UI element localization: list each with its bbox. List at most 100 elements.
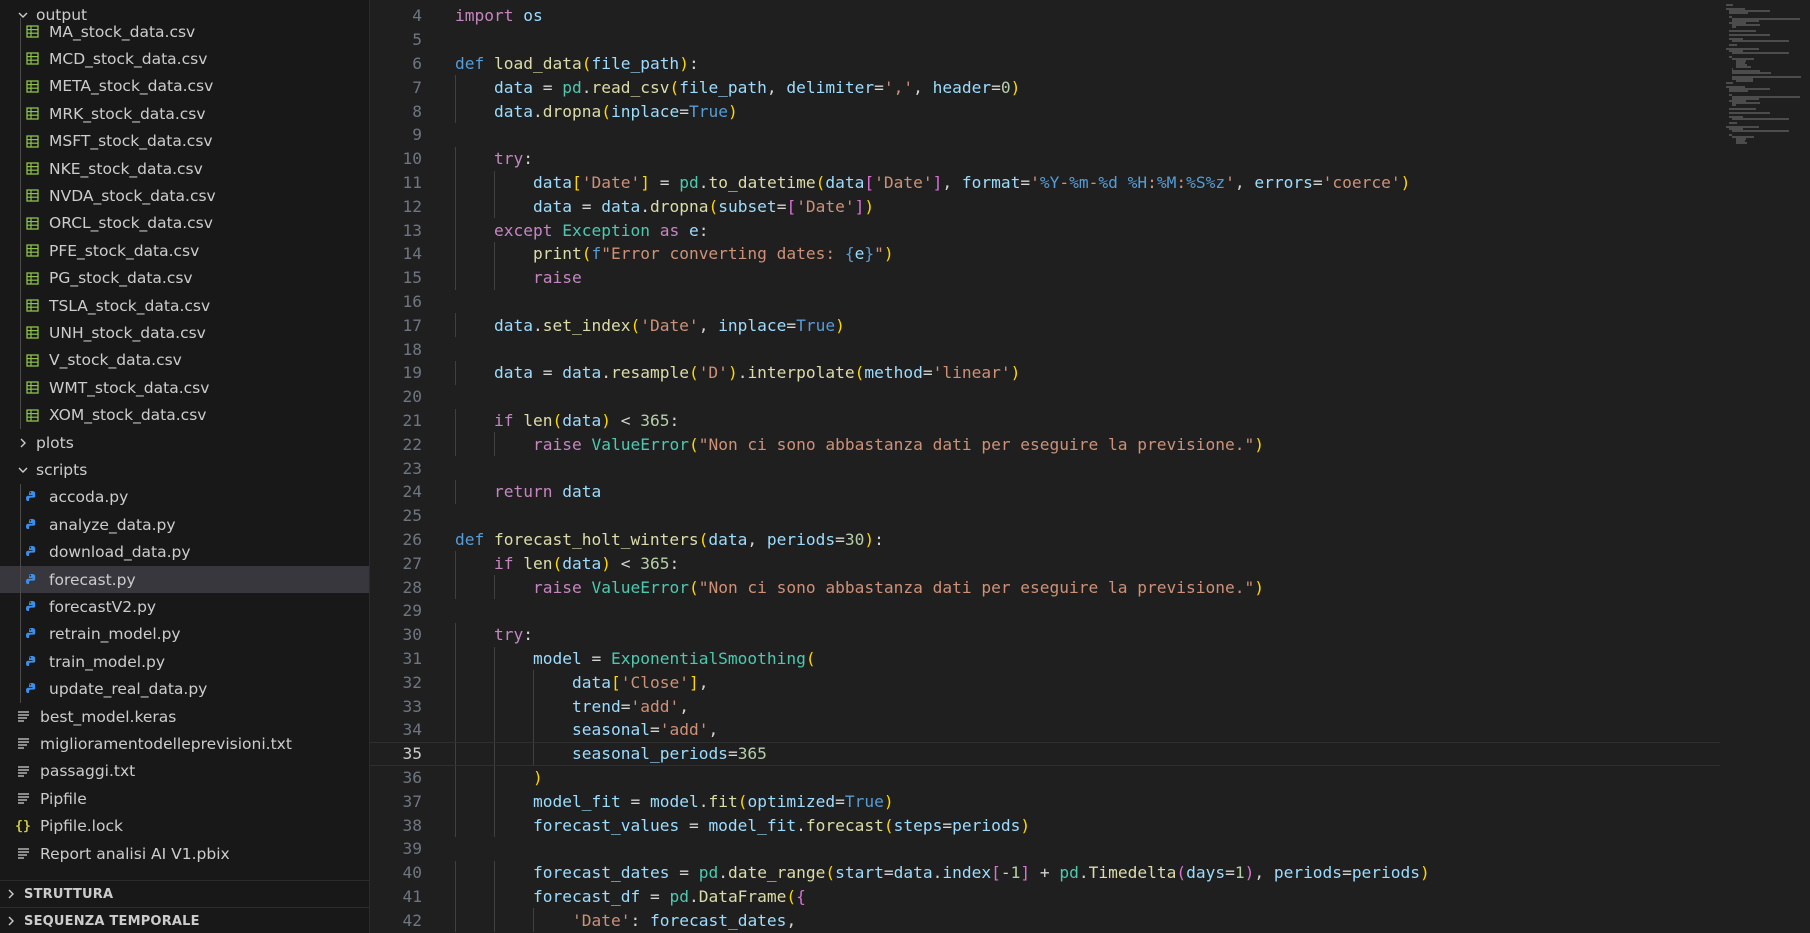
- code-line[interactable]: 9: [370, 123, 1720, 147]
- line-number: 41: [402, 886, 423, 906]
- tree-item-label: analyze_data.py: [49, 515, 176, 534]
- file-root-item[interactable]: {} Pipfile.lock: [0, 813, 369, 840]
- code-line[interactable]: 28 raise ValueError("Non ci sono abbasta…: [370, 575, 1720, 599]
- code-line[interactable]: 8 data.dropna(inplace=True): [370, 99, 1720, 123]
- line-number: 19: [402, 363, 423, 383]
- code-line[interactable]: 16: [370, 290, 1720, 314]
- file-py-item[interactable]: analyze_data.py: [0, 511, 369, 538]
- minimap[interactable]: [1722, 0, 1810, 933]
- code-line[interactable]: 31 model = ExponentialSmoothing(: [370, 646, 1720, 671]
- file-csv-item[interactable]: TSLA_stock_data.csv: [0, 292, 369, 319]
- folder-scripts[interactable]: scripts: [0, 456, 369, 483]
- file-csv-item[interactable]: META_stock_data.csv: [0, 73, 369, 100]
- file-py-item[interactable]: forecastV2.py: [0, 593, 369, 620]
- code-line[interactable]: 27 if len(data) < 365:: [370, 551, 1720, 576]
- file-root-item[interactable]: passaggi.txt: [0, 758, 369, 785]
- code-line[interactable]: 5: [370, 28, 1720, 52]
- code-line[interactable]: 41 forecast_df = pd.DataFrame({: [370, 884, 1720, 909]
- code-line[interactable]: 22 raise ValueError("Non ci sono abbasta…: [370, 432, 1720, 457]
- code-line[interactable]: 40 forecast_dates = pd.date_range(start=…: [370, 860, 1720, 885]
- file-csv-item[interactable]: V_stock_data.csv: [0, 347, 369, 374]
- tree-item-label: Pipfile.lock: [40, 817, 123, 836]
- code-line[interactable]: 35 seasonal_periods=365: [370, 741, 1720, 766]
- file-csv-item[interactable]: XOM_stock_data.csv: [0, 402, 369, 429]
- file-csv-item[interactable]: ORCL_stock_data.csv: [0, 210, 369, 237]
- tree-item-label: update_real_data.py: [49, 680, 208, 699]
- file-root-item[interactable]: best_model.keras: [0, 703, 369, 730]
- code-text: data['Close'],: [572, 672, 709, 692]
- table-icon: [25, 353, 39, 367]
- code-line[interactable]: 20: [370, 385, 1720, 409]
- file-csv-item[interactable]: NKE_stock_data.csv: [0, 155, 369, 182]
- code-line[interactable]: 37 model_fit = model.fit(optimized=True): [370, 789, 1720, 814]
- file-py-item[interactable]: retrain_model.py: [0, 621, 369, 648]
- code-line[interactable]: 24 return data: [370, 480, 1720, 504]
- code-line[interactable]: 32 data['Close'],: [370, 670, 1720, 695]
- code-line[interactable]: 29: [370, 599, 1720, 623]
- line-number: 12: [402, 196, 423, 216]
- line-number: 20: [402, 387, 423, 407]
- line-number: 32: [402, 672, 423, 692]
- code-line[interactable]: 42 'Date': forecast_dates,: [370, 908, 1720, 933]
- minimap-line: [1729, 12, 1748, 14]
- file-csv-item[interactable]: PFE_stock_data.csv: [0, 237, 369, 264]
- code-line[interactable]: 18: [370, 337, 1720, 361]
- code-line[interactable]: 15 raise: [370, 265, 1720, 290]
- file-csv-item[interactable]: PG_stock_data.csv: [0, 265, 369, 292]
- code-text: model = ExponentialSmoothing(: [533, 648, 816, 668]
- tree-item-label: TSLA_stock_data.csv: [49, 296, 211, 315]
- code-line[interactable]: 39: [370, 837, 1720, 861]
- code-line[interactable]: 12 data = data.dropna(subset=['Date']): [370, 194, 1720, 219]
- indent-guide: [20, 18, 21, 429]
- line-number: 29: [402, 601, 423, 621]
- code-line[interactable]: 26 def forecast_holt_winters(data, period…: [370, 528, 1720, 552]
- table-icon: [25, 408, 39, 422]
- file-py-item[interactable]: update_real_data.py: [0, 676, 369, 703]
- code-line[interactable]: 4 import os: [370, 4, 1720, 28]
- code-text: try:: [494, 625, 533, 645]
- file-csv-item[interactable]: WMT_stock_data.csv: [0, 374, 369, 401]
- minimap-line: [1732, 26, 1737, 28]
- code-editor[interactable]: 4 import os 5 6 def load_data(file_path): 7 d…: [370, 0, 1810, 933]
- code-text: import os: [455, 6, 543, 26]
- code-line[interactable]: 10 try:: [370, 146, 1720, 171]
- file-csv-item[interactable]: NVDA_stock_data.csv: [0, 182, 369, 209]
- code-line[interactable]: 11 data['Date'] = pd.to_datetime(data['D…: [370, 170, 1720, 195]
- tree-item-label: Report analisi AI V1.pbix: [40, 844, 230, 863]
- line-number: 21: [402, 410, 423, 430]
- file-csv-item[interactable]: MSFT_stock_data.csv: [0, 128, 369, 155]
- code-text: if len(data) < 365:: [494, 410, 680, 430]
- indent-guide: [20, 483, 21, 703]
- tree-item-label: XOM_stock_data.csv: [49, 406, 207, 425]
- code-line[interactable]: 25: [370, 504, 1720, 528]
- section-timeline[interactable]: SEQUENZA TEMPORALE: [0, 907, 369, 933]
- code-line[interactable]: 33 trend='add',: [370, 694, 1720, 718]
- code-line[interactable]: 13 except Exception as e:: [370, 218, 1720, 242]
- code-line[interactable]: 19 data = data.resample('D').interpolate…: [370, 361, 1720, 385]
- file-py-item[interactable]: train_model.py: [0, 648, 369, 675]
- file-root-item[interactable]: Pipfile: [0, 785, 369, 812]
- folder-plots[interactable]: plots: [0, 429, 369, 456]
- file-csv-item[interactable]: MRK_stock_data.csv: [0, 100, 369, 127]
- table-icon: [25, 326, 39, 340]
- file-root-item[interactable]: Report analisi AI V1.pbix: [0, 840, 369, 867]
- code-line[interactable]: 14 print(f"Error converting dates: {e}"): [370, 242, 1720, 266]
- file-csv-item[interactable]: MA_stock_data.csv: [0, 18, 369, 45]
- file-csv-item[interactable]: UNH_stock_data.csv: [0, 319, 369, 346]
- file-root-item[interactable]: miglioramentodelleprevisioni.txt: [0, 730, 369, 757]
- section-outline[interactable]: STRUTTURA: [0, 880, 369, 907]
- code-line[interactable]: 7 data = pd.read_csv(file_path, delimite…: [370, 75, 1720, 100]
- file-py-item[interactable]: download_data.py: [0, 539, 369, 566]
- code-line[interactable]: 23: [370, 456, 1720, 480]
- file-py-item[interactable]: forecast.py: [0, 566, 369, 593]
- code-line[interactable]: 17 data.set_index('Date', inplace=True): [370, 313, 1720, 338]
- file-py-item[interactable]: accoda.py: [0, 484, 369, 511]
- code-line[interactable]: 21 if len(data) < 365:: [370, 408, 1720, 433]
- code-line[interactable]: 38 forecast_values = model_fit.forecast(…: [370, 813, 1720, 837]
- explorer-sidebar: output MA_stock_data.csv MCD_stock_data.cs…: [0, 0, 370, 933]
- code-line[interactable]: 36 ): [370, 765, 1720, 790]
- code-line[interactable]: 30 try:: [370, 622, 1720, 647]
- code-line[interactable]: 6 def load_data(file_path):: [370, 52, 1720, 76]
- code-line[interactable]: 34 seasonal='add',: [370, 718, 1720, 742]
- file-csv-item[interactable]: MCD_stock_data.csv: [0, 45, 369, 72]
